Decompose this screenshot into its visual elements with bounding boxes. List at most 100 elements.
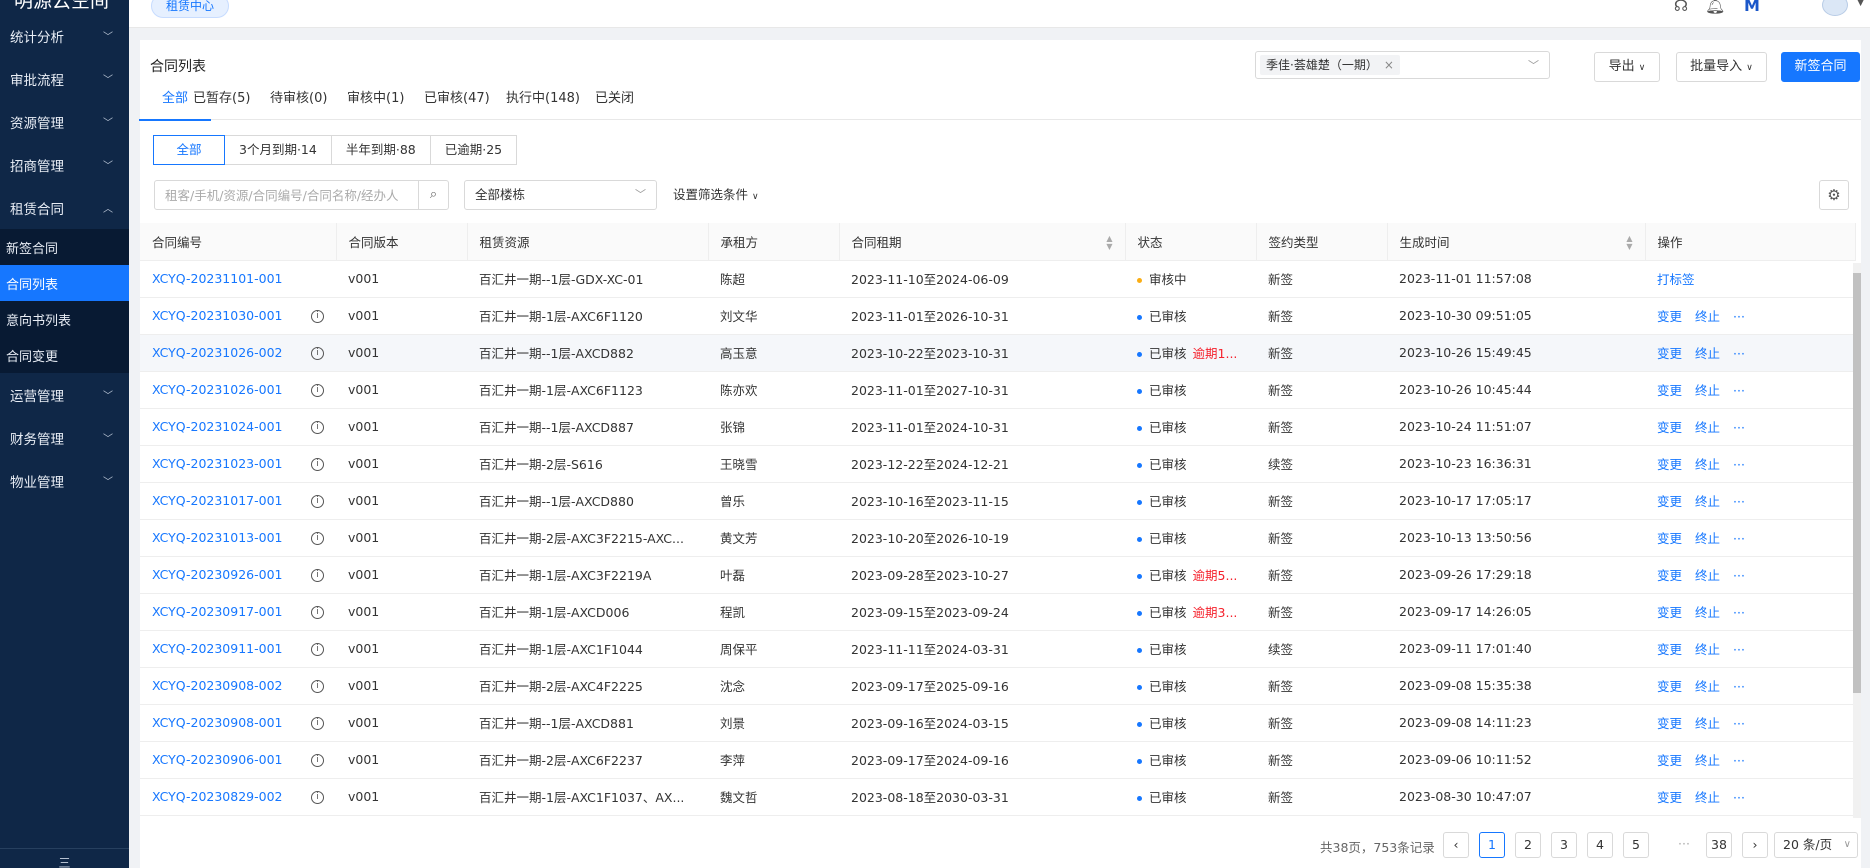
terminate-button[interactable]: 终止 <box>1695 346 1720 361</box>
change-button[interactable]: 变更 <box>1657 457 1682 472</box>
info-icon[interactable]: i <box>311 458 324 471</box>
change-button[interactable]: 变更 <box>1657 605 1682 620</box>
more-actions-button[interactable]: ··· <box>1733 716 1745 731</box>
search-icon[interactable]: ⌕ <box>418 181 448 209</box>
terminate-button[interactable]: 终止 <box>1695 531 1720 546</box>
nav-group-groups_before-2[interactable]: 资源管理 ﹀ <box>0 100 129 143</box>
page-button-4[interactable]: 4 <box>1587 832 1613 858</box>
more-actions-button[interactable]: ··· <box>1733 679 1745 694</box>
contract-code-link[interactable]: XCYQ-20231024-001 <box>152 419 283 434</box>
terminate-button[interactable]: 终止 <box>1695 753 1720 768</box>
top-tab-rental-center[interactable]: 租赁中心 <box>151 0 230 18</box>
terminate-button[interactable]: 终止 <box>1695 605 1720 620</box>
contract-code-link[interactable]: XCYQ-20231023-001 <box>152 456 283 471</box>
page-button-5[interactable]: 5 <box>1623 832 1649 858</box>
page-button-2[interactable]: 2 <box>1515 832 1541 858</box>
column-header[interactable]: 生成时间 ▲ ▼ <box>1387 223 1646 261</box>
info-icon[interactable]: i <box>311 791 324 804</box>
more-actions-button[interactable]: ··· <box>1733 642 1745 657</box>
tab-status-2[interactable]: 待审核(0) <box>270 78 327 120</box>
sort-icon[interactable]: ▲ ▼ <box>1106 234 1112 251</box>
sidebar-item-2[interactable]: 意向书列表 <box>0 301 129 337</box>
caret-down-icon[interactable]: ▼ <box>1857 0 1864 8</box>
building-select[interactable]: 全部楼栋 ﹀ <box>464 180 657 210</box>
info-icon[interactable]: i <box>311 495 324 508</box>
terminate-button[interactable]: 终止 <box>1695 420 1720 435</box>
expiry-filter-1[interactable]: 3个月到期·14 <box>224 135 332 165</box>
change-button[interactable]: 变更 <box>1657 642 1682 657</box>
page-button-3[interactable]: 3 <box>1551 832 1577 858</box>
contract-code-link[interactable]: XCYQ-20231101-001 <box>152 271 283 286</box>
tab-status-6[interactable]: 已关闭 <box>595 78 634 120</box>
terminate-button[interactable]: 终止 <box>1695 642 1720 657</box>
contract-code-link[interactable]: XCYQ-20230917-001 <box>152 604 283 619</box>
column-header[interactable]: 合同租期 ▲ ▼ <box>839 223 1126 261</box>
terminate-button[interactable]: 终止 <box>1695 790 1720 805</box>
tab-status-4[interactable]: 已审核(47) <box>424 78 490 120</box>
change-button[interactable]: 变更 <box>1657 568 1682 583</box>
close-icon[interactable]: × <box>1384 58 1394 72</box>
terminate-button[interactable]: 终止 <box>1695 383 1720 398</box>
pagination-ellipsis[interactable]: ··· <box>1671 832 1697 858</box>
contract-code-link[interactable]: XCYQ-20231026-001 <box>152 382 283 397</box>
next-page-button[interactable]: › <box>1742 832 1768 858</box>
sidebar-item-3[interactable]: 合同变更 <box>0 337 129 373</box>
contract-code-link[interactable]: XCYQ-20230926-001 <box>152 567 283 582</box>
prev-page-button[interactable]: ‹ <box>1443 832 1469 858</box>
search-input[interactable] <box>155 181 407 209</box>
project-select[interactable]: 季佳·荟雄楚（一期） × ﹀ <box>1255 51 1550 79</box>
info-icon[interactable]: i <box>311 754 324 767</box>
more-actions-button[interactable]: ··· <box>1733 309 1745 324</box>
nav-group-contract[interactable]: 租赁合同 ︿ <box>0 186 129 229</box>
more-actions-button[interactable]: ··· <box>1733 383 1745 398</box>
filter-settings-button[interactable]: 设置筛选条件 ∨ <box>673 180 759 210</box>
info-icon[interactable]: i <box>311 384 324 397</box>
more-actions-button[interactable]: ··· <box>1733 531 1745 546</box>
terminate-button[interactable]: 终止 <box>1695 679 1720 694</box>
brand-m-icon[interactable]: M <box>1742 0 1762 15</box>
expiry-filter-2[interactable]: 半年到期·88 <box>330 135 431 165</box>
contract-code-link[interactable]: XCYQ-20230911-001 <box>152 641 283 656</box>
info-icon[interactable]: i <box>311 347 324 360</box>
sort-icon[interactable]: ▲ ▼ <box>1626 234 1632 251</box>
change-button[interactable]: 变更 <box>1657 753 1682 768</box>
more-actions-button[interactable]: ··· <box>1733 457 1745 472</box>
terminate-button[interactable]: 终止 <box>1695 494 1720 509</box>
nav-group-groups_after-1[interactable]: 财务管理 ﹀ <box>0 416 129 459</box>
nav-group-groups_before-0[interactable]: 统计分析 ﹀ <box>0 14 129 57</box>
more-actions-button[interactable]: ··· <box>1733 605 1745 620</box>
more-actions-button[interactable]: ··· <box>1733 753 1745 768</box>
more-actions-button[interactable]: ··· <box>1733 494 1745 509</box>
contract-code-link[interactable]: XCYQ-20230829-002 <box>152 789 283 804</box>
page-button-last[interactable]: 38 <box>1706 832 1732 858</box>
avatar[interactable] <box>1822 0 1848 16</box>
info-icon[interactable]: i <box>311 680 324 693</box>
contract-code-link[interactable]: XCYQ-20230906-001 <box>152 752 283 767</box>
collapse-menu-icon[interactable]: 三 <box>0 848 129 868</box>
bell-icon[interactable]: 🔔︎ <box>1705 0 1725 15</box>
page-size-select[interactable]: 20 条/页 ∨ <box>1774 832 1858 858</box>
terminate-button[interactable]: 终止 <box>1695 457 1720 472</box>
sidebar-item-1[interactable]: 合同列表 <box>0 265 129 301</box>
change-button[interactable]: 变更 <box>1657 790 1682 805</box>
tab-status-3[interactable]: 审核中(1) <box>347 78 404 120</box>
contract-code-link[interactable]: XCYQ-20231017-001 <box>152 493 283 508</box>
expiry-filter-0[interactable]: 全部 <box>153 135 225 165</box>
sidebar-item-0[interactable]: 新签合同 <box>0 229 129 265</box>
more-actions-button[interactable]: ··· <box>1733 420 1745 435</box>
info-icon[interactable]: i <box>311 532 324 545</box>
gear-icon[interactable]: ⚙ <box>1819 180 1849 210</box>
headset-icon[interactable]: ☊ <box>1671 0 1691 15</box>
expiry-filter-3[interactable]: 已逾期·25 <box>429 135 518 165</box>
change-button[interactable]: 变更 <box>1657 494 1682 509</box>
info-icon[interactable]: i <box>311 569 324 582</box>
table-scrollbar[interactable] <box>1853 263 1861 818</box>
tab-status-0[interactable]: 全部 <box>138 78 212 121</box>
change-button[interactable]: 变更 <box>1657 531 1682 546</box>
tab-status-5[interactable]: 执行中(148) <box>506 78 580 120</box>
tag-button[interactable]: 打标签 <box>1657 272 1695 287</box>
contract-code-link[interactable]: XCYQ-20231030-001 <box>152 308 283 323</box>
page-button-1[interactable]: 1 <box>1479 832 1505 858</box>
info-icon[interactable]: i <box>311 310 324 323</box>
info-icon[interactable]: i <box>311 606 324 619</box>
